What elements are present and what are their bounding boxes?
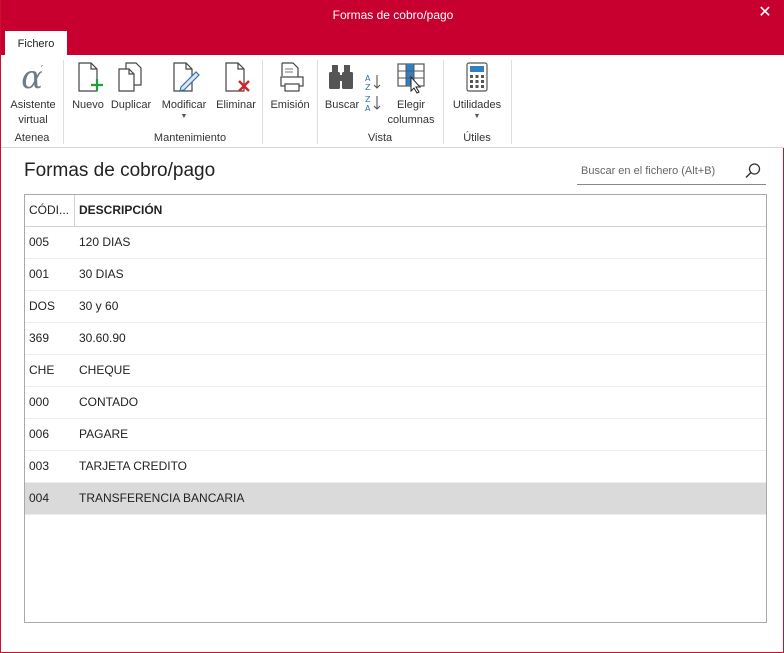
cell-description: CHEQUE (79, 363, 131, 377)
delete-document-icon (214, 60, 258, 94)
column-header-codigo[interactable]: CÓDI... (29, 195, 73, 226)
table-row[interactable]: CHE CHEQUE (25, 355, 766, 387)
cell-description: 30 y 60 (79, 299, 119, 313)
cell-description: 30.60.90 (79, 331, 126, 345)
duplicar-button[interactable]: Duplicar (110, 60, 152, 113)
asistente-virtual-button[interactable]: α ′ Asistente virtual (5, 58, 61, 128)
table-row[interactable]: 003 TARJETA CREDITO (25, 451, 766, 483)
elegir-label-line1: Elegir (396, 99, 426, 111)
duplicar-label: Duplicar (110, 99, 152, 111)
svg-text:α: α (21, 60, 43, 94)
alpha-icon: α ′ (5, 58, 61, 96)
elegir-label-line2: columnas (387, 114, 435, 126)
svg-text:A: A (365, 104, 371, 112)
edit-document-icon (158, 60, 210, 94)
elegir-columnas-button[interactable]: Elegir columnas (386, 60, 436, 128)
table-row[interactable]: 001 30 DIAS (25, 259, 766, 291)
table-row[interactable]: 006 PAGARE (25, 419, 766, 451)
new-document-icon (68, 60, 108, 94)
cell-code: 006 (29, 427, 50, 441)
print-icon (268, 60, 312, 94)
calculator-icon (449, 60, 505, 94)
utilidades-button[interactable]: Utilidades ▼ (449, 60, 505, 121)
cell-code: 004 (29, 491, 50, 505)
table-row[interactable]: DOS 30 y 60 (25, 291, 766, 323)
app-window: Formas de cobro/pago ✕ Fichero α ′ Asist… (0, 0, 784, 653)
column-header-descripcion[interactable]: DESCRIPCIÓN (79, 195, 162, 226)
tab-fichero[interactable]: Fichero (5, 31, 67, 56)
window-title: Formas de cobro/pago (332, 8, 454, 22)
group-label-mantenimiento: Mantenimiento (153, 132, 227, 144)
svg-text:Z: Z (365, 95, 371, 104)
cell-description: TRANSFERENCIA BANCARIA (79, 491, 245, 505)
chevron-down-icon: ▼ (473, 113, 481, 120)
table-body: 005 120 DIAS 001 30 DIAS DOS 30 y 60 369 30.60.… (25, 227, 766, 515)
utilidades-label: Utilidades (452, 99, 502, 111)
asistente-label-line1: Asistente (10, 99, 56, 111)
ribbon: α ′ Asistente virtual Atenea Nuevo Dupli… (1, 55, 784, 148)
table-row[interactable]: 005 120 DIAS (25, 227, 766, 259)
emision-button[interactable]: Emisión (268, 60, 312, 113)
svg-text:Z: Z (365, 83, 371, 92)
eliminar-button[interactable]: Eliminar (214, 60, 258, 113)
group-label-vista: Vista (367, 132, 393, 144)
group-label-atenea: Atenea (14, 132, 50, 144)
ribbon-group-atenea: α ′ Asistente virtual Atenea (1, 58, 63, 146)
table-row[interactable]: 000 CONTADO (25, 387, 766, 419)
columns-icon (386, 60, 436, 94)
cell-description: CONTADO (79, 395, 139, 409)
ribbon-separator (511, 60, 512, 144)
page-title: Formas de cobro/pago (24, 160, 216, 181)
search-box (577, 158, 766, 185)
ribbon-group-vista: Buscar A Z Z A Elegir columnas Vista (318, 58, 442, 146)
modificar-button[interactable]: Modificar ▼ (158, 60, 210, 121)
duplicate-icon (110, 60, 152, 94)
close-button[interactable]: ✕ (755, 4, 775, 24)
buscar-label: Buscar (324, 99, 360, 111)
cell-description: 120 DIAS (79, 235, 131, 249)
title-bar: Formas de cobro/pago ✕ Fichero (1, 0, 784, 56)
search-input[interactable] (581, 162, 741, 180)
cell-code: DOS (29, 299, 56, 313)
cell-code: 369 (29, 331, 50, 345)
cell-code: 005 (29, 235, 50, 249)
cell-code: CHE (29, 363, 55, 377)
table-header: CÓDI... DESCRIPCIÓN (25, 195, 766, 227)
cell-code: 000 (29, 395, 50, 409)
table-row[interactable]: 369 30.60.90 (25, 323, 766, 355)
eliminar-label: Eliminar (216, 99, 256, 111)
group-label-utiles: Útiles (463, 132, 491, 144)
modificar-label: Modificar (161, 99, 207, 111)
close-icon: ✕ (758, 4, 772, 21)
chevron-down-icon: ▼ (180, 113, 188, 120)
cell-description: TARJETA CREDITO (79, 459, 188, 473)
buscar-button[interactable]: Buscar (322, 60, 362, 113)
sort-az-icon: A Z Z A (363, 74, 383, 115)
binoculars-icon (322, 60, 362, 94)
emision-label: Emisión (270, 99, 310, 111)
table-row[interactable]: 004 TRANSFERENCIA BANCARIA (25, 483, 766, 515)
cell-description: PAGARE (79, 427, 129, 441)
svg-text:A: A (365, 74, 371, 83)
column-resize-handle[interactable] (74, 195, 75, 226)
svg-text:′: ′ (41, 63, 44, 76)
cell-code: 001 (29, 267, 50, 281)
search-icon[interactable] (744, 162, 762, 180)
nuevo-label: Nuevo (72, 99, 104, 111)
cell-description: 30 DIAS (79, 267, 124, 281)
data-table: CÓDI... DESCRIPCIÓN 005 120 DIAS 001 30 DIA… (24, 194, 767, 623)
ribbon-group-utiles: Utilidades ▼ Útiles (444, 58, 510, 146)
sort-button[interactable]: A Z Z A (362, 72, 384, 117)
ribbon-group-mantenimiento: Nuevo Duplicar Modificar ▼ Eliminar Emis… (64, 58, 316, 146)
nuevo-button[interactable]: Nuevo (68, 60, 108, 113)
cell-code: 003 (29, 459, 50, 473)
asistente-label-line2: virtual (18, 114, 48, 126)
